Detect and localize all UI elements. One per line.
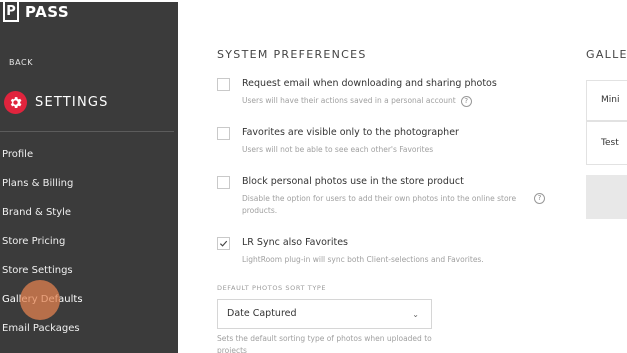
option-label: LR Sync also Favorites xyxy=(242,237,348,248)
section-title: SYSTEM PREFERENCES xyxy=(217,48,367,61)
sidebar-item-store-pricing[interactable]: Store Pricing xyxy=(2,232,83,261)
back-link[interactable]: BACK xyxy=(9,58,33,67)
checkbox[interactable] xyxy=(217,78,230,91)
chevron-down-icon: ⌄ xyxy=(412,310,419,319)
sort-type-label: DEFAULT PHOTOS SORT TYPE xyxy=(217,284,327,292)
sidebar-item-profile[interactable]: Profile xyxy=(2,145,83,174)
sidebar-item-email-packages[interactable]: Email Packages xyxy=(2,319,83,348)
main-panel: SYSTEM PREFERENCES Request email when do… xyxy=(178,2,627,353)
option-label: Request email when downloading and shari… xyxy=(242,78,497,89)
option-help: Users will have their actions saved in a… xyxy=(242,95,527,107)
sidebar-item-plans-billing[interactable]: Plans & Billing xyxy=(2,174,83,203)
option-label: Block personal photos use in the store p… xyxy=(242,176,464,187)
help-icon[interactable]: ? xyxy=(534,193,545,204)
settings-title: SETTINGS xyxy=(35,95,109,110)
gallery-card-placeholder[interactable] xyxy=(586,175,627,219)
gallery-card[interactable]: Test xyxy=(586,121,627,165)
sort-type-help: Sets the default sorting type of photos … xyxy=(217,334,432,353)
gallery-card[interactable]: Mini xyxy=(586,80,627,121)
sidebar-item-brand-style[interactable]: Brand & Style xyxy=(2,203,83,232)
help-icon[interactable]: ? xyxy=(460,95,472,107)
sidebar-item-gallery-defaults[interactable]: Gallery Defaults xyxy=(2,290,83,319)
checkbox[interactable] xyxy=(217,127,230,140)
app-window: P PASS BACK SETTINGS Profile Plans & Bil… xyxy=(0,0,627,353)
sort-type-select[interactable]: Date Captured ⌄ xyxy=(217,299,432,329)
option-help-text: LightRoom plug-in will sync both Client-… xyxy=(242,255,484,264)
checkbox-checked[interactable] xyxy=(217,237,230,250)
logo[interactable]: P PASS xyxy=(3,2,69,26)
check-icon xyxy=(219,240,228,247)
logo-mark: P xyxy=(3,2,19,22)
gallery-section-title: GALLE xyxy=(586,48,627,61)
select-value: Date Captured xyxy=(227,308,297,319)
sidebar: P PASS BACK SETTINGS Profile Plans & Bil… xyxy=(0,2,178,353)
option-help-text: Users will have their actions saved in a… xyxy=(242,96,456,105)
gallery-card-label: Test xyxy=(601,138,619,148)
gallery-card-label: Mini xyxy=(601,95,620,105)
option-help-text: Users will not be able to see each other… xyxy=(242,145,434,154)
checkbox[interactable] xyxy=(217,176,230,189)
logo-text: PASS xyxy=(25,3,70,21)
sidebar-nav: Profile Plans & Billing Brand & Style St… xyxy=(2,145,83,348)
sidebar-divider xyxy=(0,131,174,132)
sidebar-item-store-settings[interactable]: Store Settings xyxy=(2,261,83,290)
option-label: Favorites are visible only to the photog… xyxy=(242,127,459,138)
settings-header: SETTINGS xyxy=(4,91,109,114)
gear-icon xyxy=(4,91,27,114)
option-help-text: Disable the option for users to add thei… xyxy=(242,194,517,215)
